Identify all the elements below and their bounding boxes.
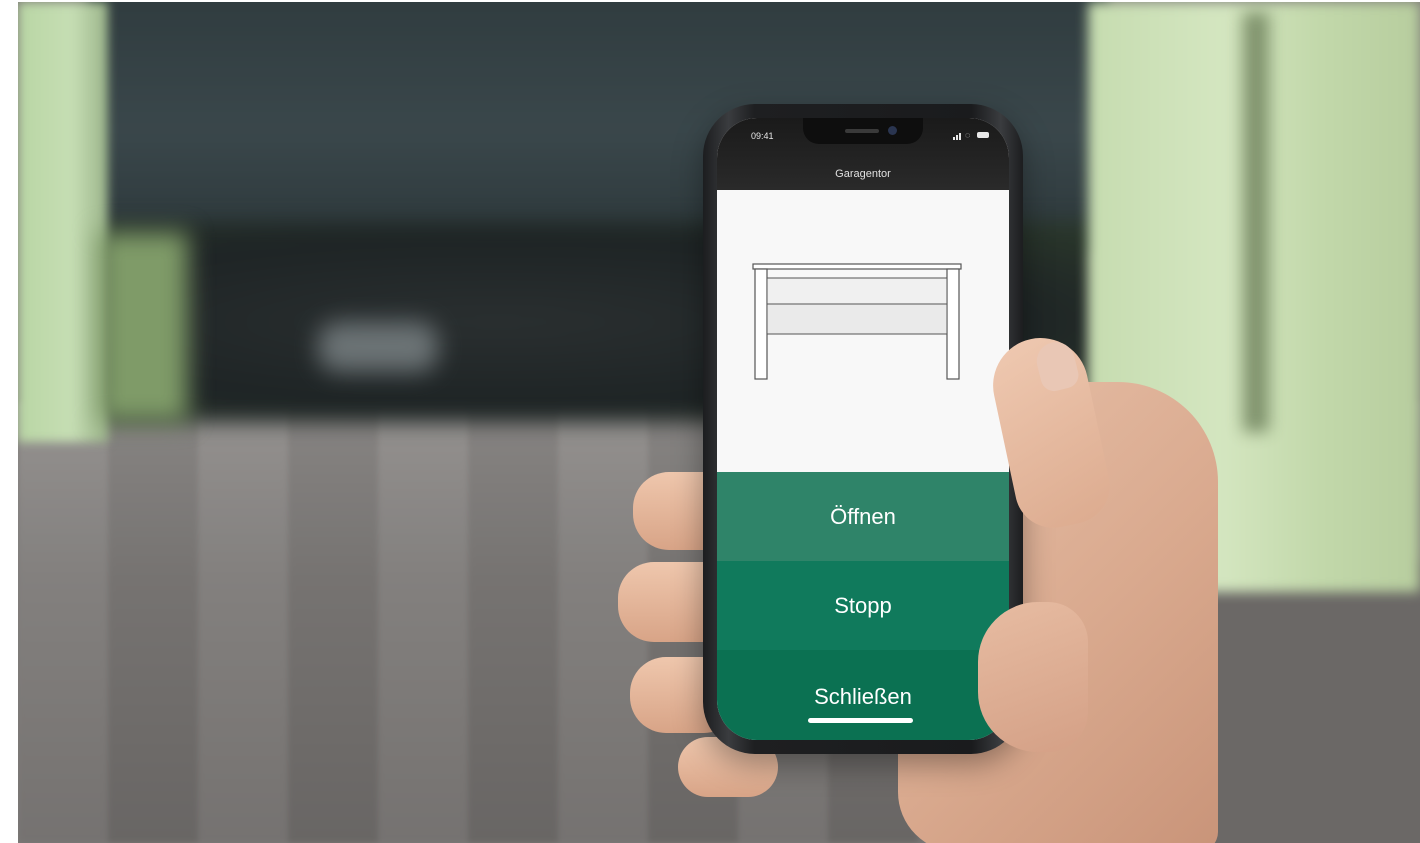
phone-screen: 09:41 ◌ Garagentor Öffnen Stopp Schließe… <box>717 118 1009 740</box>
door-status-panel <box>717 190 1009 472</box>
palm-edge <box>978 602 1088 752</box>
signal-bar <box>959 133 961 140</box>
app-title: Garagentor <box>835 168 891 180</box>
wifi-icon: ◌ <box>965 130 971 140</box>
stop-button[interactable]: Stopp <box>717 561 1009 650</box>
right-wall-groove <box>1243 12 1269 432</box>
stop-button-label: Stopp <box>834 592 892 618</box>
close-button[interactable]: Schließen <box>717 650 1009 740</box>
smartphone: 09:41 ◌ Garagentor Öffnen Stopp Schließe… <box>703 104 1023 754</box>
open-button[interactable]: Öffnen <box>717 472 1009 561</box>
home-indicator[interactable] <box>808 718 913 723</box>
left-wall-shadow <box>98 232 188 422</box>
front-camera <box>888 126 897 135</box>
driveway-shadow <box>1198 562 1420 843</box>
left-wall <box>18 2 108 442</box>
garage-door-icon <box>752 263 962 380</box>
open-button-label: Öffnen <box>830 503 896 529</box>
close-button-label: Schließen <box>814 684 912 709</box>
status-icons: ◌ <box>953 130 995 140</box>
signal-bar <box>956 135 958 140</box>
car-license-plate-blur <box>318 322 438 372</box>
signal-icon <box>953 137 955 140</box>
battery-icon <box>977 132 989 138</box>
photo-scene: 09:41 ◌ Garagentor Öffnen Stopp Schließe… <box>18 2 1420 843</box>
status-bar: 09:41 ◌ Garagentor <box>717 118 1009 190</box>
status-time: 09:41 <box>751 131 774 141</box>
speaker-grille <box>845 129 879 133</box>
